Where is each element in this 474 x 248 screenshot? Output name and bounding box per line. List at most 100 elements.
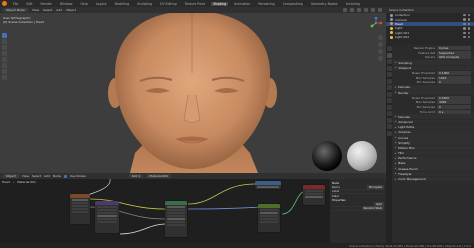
particles-tab-icon[interactable] bbox=[386, 98, 392, 103]
camera-icon[interactable] bbox=[467, 27, 470, 30]
chevron-right-icon[interactable]: ▸ bbox=[395, 131, 396, 134]
chevron-right-icon[interactable]: ▸ bbox=[395, 141, 396, 144]
chevron-right-icon[interactable]: ▸ bbox=[395, 66, 396, 69]
panel-bake[interactable]: ▸ Bake bbox=[393, 161, 473, 166]
workspace-tab-modeling[interactable]: Modeling bbox=[113, 2, 132, 6]
xray-icon[interactable] bbox=[357, 8, 361, 12]
prop-value-field[interactable]: 0.0100 bbox=[437, 95, 471, 100]
cursor-tool-icon[interactable] bbox=[2, 39, 7, 44]
solid-shading-icon[interactable] bbox=[364, 8, 368, 12]
world-tab-icon[interactable] bbox=[386, 78, 392, 84]
camera-icon[interactable] bbox=[467, 22, 470, 26]
texture-tab-icon[interactable] bbox=[386, 130, 392, 136]
workspace-tab-layout[interactable]: Layout bbox=[94, 2, 109, 6]
rendered-shading-icon[interactable] bbox=[378, 8, 382, 12]
breadcrumb-object[interactable]: Head bbox=[2, 180, 10, 184]
eye-icon[interactable] bbox=[463, 31, 466, 34]
menu-render[interactable]: Render bbox=[39, 2, 54, 6]
modifier-tab-icon[interactable] bbox=[386, 91, 392, 97]
visibility-icon[interactable] bbox=[343, 8, 347, 12]
menu-file[interactable]: File bbox=[11, 2, 20, 6]
select-tool-icon[interactable] bbox=[2, 33, 7, 38]
outliner-item-light-002[interactable]: Light.002 bbox=[386, 35, 474, 39]
workspace-tab-uv-editing[interactable]: UV Editing bbox=[158, 2, 179, 6]
node-editor-mode-dropdown[interactable]: Object bbox=[3, 174, 19, 178]
menu-window[interactable]: Window bbox=[58, 2, 75, 6]
constraints-tab-icon[interactable] bbox=[386, 111, 392, 116]
workspace-tab-texture-paint[interactable]: Texture Paint bbox=[183, 2, 208, 6]
chevron-right-icon[interactable]: ▸ bbox=[395, 146, 396, 149]
panel-light-paths[interactable]: ▸ Light Paths bbox=[393, 124, 473, 130]
panel-performance[interactable]: ▸ Performance bbox=[393, 155, 473, 161]
chevron-right-icon[interactable]: ▸ bbox=[395, 178, 396, 181]
panel-freestyle[interactable]: ▸ Freestyle bbox=[393, 171, 473, 177]
pan-icon[interactable] bbox=[378, 42, 383, 47]
prop-value-field[interactable]: 0 bbox=[437, 104, 471, 109]
panel-color-management[interactable]: ▸ Color Management bbox=[393, 176, 473, 182]
color-ramp-node[interactable] bbox=[255, 181, 281, 189]
camera-icon[interactable] bbox=[467, 18, 470, 21]
menu-edit[interactable]: Edit bbox=[24, 2, 34, 6]
workspace-tab-animation[interactable]: Animation bbox=[232, 2, 252, 6]
panel-viewport[interactable]: ▸ Viewport bbox=[393, 65, 473, 71]
node-menu-node[interactable]: Node bbox=[53, 174, 61, 178]
3d-viewport[interactable]: User Orthographic (0) Scene Collection |… bbox=[0, 13, 386, 173]
prop-value-field[interactable]: Cycles bbox=[437, 46, 471, 51]
eye-icon[interactable] bbox=[463, 18, 466, 21]
chevron-right-icon[interactable]: ▸ bbox=[395, 126, 396, 129]
chevron-right-icon[interactable]: ▸ bbox=[395, 157, 396, 160]
prop-value-field[interactable]: Supported bbox=[437, 50, 471, 55]
node-menu-view[interactable]: View bbox=[22, 174, 29, 178]
panel-denoise[interactable]: ▸ Denoise bbox=[393, 114, 473, 120]
prop-value-field[interactable]: 0.1000 bbox=[437, 71, 471, 76]
physics-tab-icon[interactable] bbox=[386, 104, 392, 110]
use-nodes-checkbox[interactable] bbox=[63, 174, 67, 178]
tool-tab-icon[interactable] bbox=[386, 46, 392, 51]
node-menu-select[interactable]: Select bbox=[32, 174, 41, 178]
prop-value-field[interactable]: 1024 bbox=[437, 75, 471, 80]
panel-simplify[interactable]: ▸ Simplify bbox=[393, 140, 473, 145]
outliner-root[interactable]: Scene Collection bbox=[389, 8, 414, 12]
workspace-tab-rendering[interactable]: Rendering bbox=[256, 2, 276, 6]
slot-dropdown[interactable]: Slot 1 bbox=[128, 174, 144, 178]
shader-node-editor[interactable] bbox=[0, 179, 330, 243]
panel-motion-blur[interactable]: ▸ Motion Blur bbox=[393, 145, 473, 151]
chevron-right-icon[interactable]: ▸ bbox=[395, 162, 396, 165]
mapping-node[interactable] bbox=[95, 201, 119, 233]
camera-icon[interactable] bbox=[467, 35, 470, 39]
camera-view-icon[interactable] bbox=[378, 49, 383, 54]
eye-icon[interactable] bbox=[463, 35, 466, 39]
bump-node[interactable] bbox=[258, 204, 280, 232]
workspace-tab-geometry-nodes[interactable]: Geometry Nodes bbox=[309, 2, 340, 6]
prop-value-field[interactable]: GPU Compute bbox=[437, 55, 471, 60]
breadcrumb-material[interactable]: Material.001 bbox=[17, 180, 36, 184]
output-tab-icon[interactable] bbox=[386, 59, 392, 64]
panel-curves[interactable]: ▸ Curves bbox=[393, 135, 473, 140]
object-mode-dropdown[interactable]: Object Mode bbox=[3, 8, 28, 12]
eye-icon[interactable] bbox=[463, 22, 466, 26]
workspace-tab-shading[interactable]: Shading bbox=[211, 1, 229, 6]
prop-value-field[interactable]: 0 s bbox=[437, 109, 471, 114]
workspace-tab-compositing[interactable]: Compositing bbox=[281, 2, 305, 6]
viewport-menu-select[interactable]: Select bbox=[43, 8, 52, 12]
camera-icon[interactable] bbox=[467, 31, 470, 34]
viewport-menu-view[interactable]: View bbox=[32, 8, 39, 12]
panel-render[interactable]: ▸ Render bbox=[393, 90, 473, 95]
chevron-right-icon[interactable]: ▸ bbox=[395, 172, 396, 175]
chevron-right-icon[interactable]: ▸ bbox=[395, 91, 396, 94]
transform-tool-icon[interactable] bbox=[2, 63, 7, 68]
panel-volumes[interactable]: ▸ Volumes bbox=[393, 130, 473, 135]
eye-icon[interactable] bbox=[463, 27, 466, 30]
menu-help[interactable]: Help bbox=[78, 2, 89, 6]
overlays-icon[interactable] bbox=[350, 8, 354, 12]
node-menu-add[interactable]: Add bbox=[44, 174, 50, 178]
scene-tab-icon[interactable] bbox=[386, 72, 392, 77]
image-texture-node[interactable] bbox=[70, 194, 90, 224]
panel-sampling[interactable]: ▸ Sampling bbox=[393, 60, 473, 65]
material-tab-icon[interactable] bbox=[386, 124, 392, 129]
panel-grease-pencil[interactable]: ▸ Grease Pencil bbox=[393, 166, 473, 171]
material-output-node[interactable] bbox=[303, 185, 325, 205]
perspective-toggle-icon[interactable] bbox=[378, 56, 383, 61]
chevron-right-icon[interactable]: ▸ bbox=[395, 61, 396, 64]
node-panel-value-field[interactable]: Random Walk bbox=[361, 206, 384, 211]
